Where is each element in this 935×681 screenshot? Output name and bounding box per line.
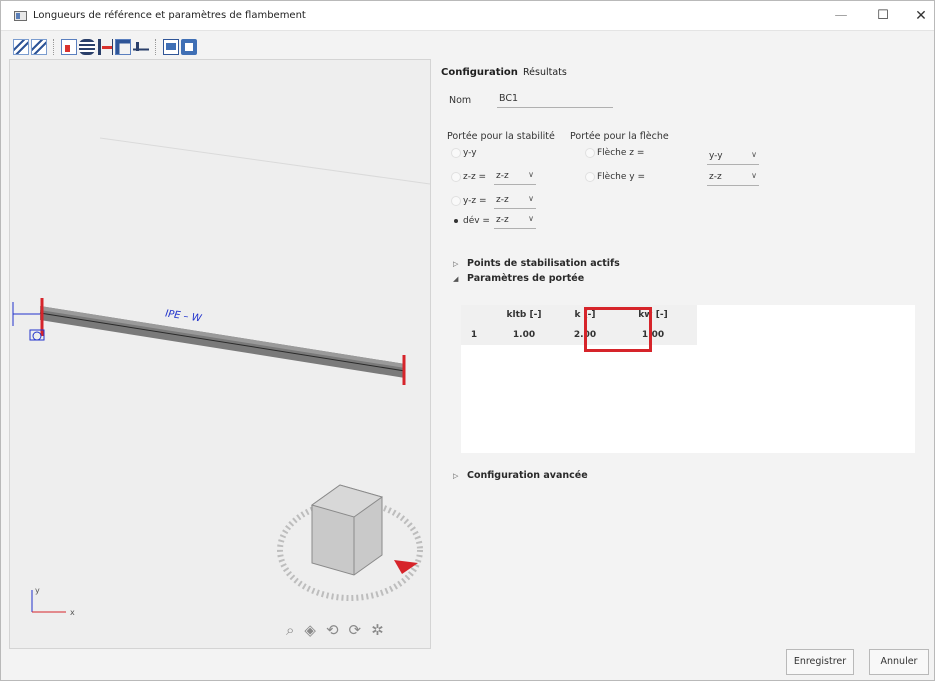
name-label: Nom	[449, 95, 472, 106]
stability-span-header: Portée pour la stabilité	[447, 131, 555, 142]
combo-fleche-z-value: y-y	[709, 151, 723, 161]
radio-yy-label: y-y	[463, 148, 477, 158]
tab-configuration[interactable]: Configuration	[441, 67, 518, 78]
bracing-icon[interactable]	[115, 39, 131, 55]
radio-dev[interactable]	[451, 216, 461, 226]
tab-resultats[interactable]: Résultats	[523, 67, 567, 78]
chevron-down-icon: ∨	[528, 214, 534, 223]
minimize-button[interactable]: —	[821, 5, 861, 27]
support-icon[interactable]	[97, 39, 113, 55]
combo-zz-value: z-z	[496, 171, 509, 181]
section-span-params-label: Paramètres de portée	[467, 273, 585, 284]
name-field[interactable]: BC1	[497, 92, 613, 108]
left-support-icon	[12, 298, 45, 341]
section-span-params[interactable]: ◢ Paramètres de portée	[453, 273, 584, 284]
dialog-window: Longueurs de référence et paramètres de …	[0, 0, 935, 681]
expand-triangle-icon: ▷	[453, 260, 459, 268]
orbit-icon[interactable]: ⟲	[326, 621, 339, 639]
table-view-icon[interactable]	[163, 39, 179, 55]
toolbar-separator	[53, 39, 59, 55]
section-advanced[interactable]: ▷ Configuration avancée	[453, 470, 588, 481]
combo-fleche-y[interactable]: z-z ∨	[707, 171, 759, 186]
walk-icon[interactable]: ⟳	[349, 621, 362, 639]
deflection-icon[interactable]	[133, 39, 149, 55]
chevron-down-icon: ∨	[751, 171, 757, 180]
window-title: Longueurs de référence et paramètres de …	[33, 10, 306, 21]
grid-cell-index: 1	[461, 325, 487, 345]
radio-yy[interactable]	[451, 148, 461, 158]
view-cube-icon[interactable]	[277, 484, 423, 601]
print-icon[interactable]	[181, 39, 197, 55]
axis-y-label: y	[35, 586, 40, 595]
radio-yz[interactable]	[451, 196, 461, 206]
axis-x-label: x	[70, 608, 75, 617]
toolbar-separator	[155, 39, 161, 55]
section-active-points-label: Points de stabilisation actifs	[467, 258, 620, 269]
combo-fleche-z[interactable]: y-y ∨	[707, 150, 759, 165]
properties-panel: Configuration Résultats Nom BC1 Portée p…	[437, 59, 927, 649]
radio-zz[interactable]	[451, 172, 461, 182]
member-select-icon[interactable]	[61, 39, 77, 55]
view-cube-small-icon[interactable]: ◈	[304, 621, 316, 639]
radio-fleche-y[interactable]	[585, 172, 595, 182]
chevron-down-icon: ∨	[528, 170, 534, 179]
radio-fleche-z-label: Flèche z =	[597, 148, 645, 158]
radio-fleche-z[interactable]	[585, 148, 595, 158]
layers-icon[interactable]	[79, 39, 95, 55]
span-parameters-grid[interactable]: kltb [-] k [-] kw [-] 1 1.00 2.00 1.00	[461, 305, 915, 453]
beam-member[interactable]	[39, 306, 406, 378]
section-active-points[interactable]: ▷ Points de stabilisation actifs	[453, 258, 620, 269]
maximize-button[interactable]: ☐	[863, 5, 903, 27]
combo-dev[interactable]: z-z ∨	[494, 214, 536, 229]
save-button[interactable]: Enregistrer	[786, 649, 854, 675]
expand-triangle-icon: ▷	[453, 472, 459, 480]
background-line	[99, 137, 431, 185]
grid-header-row: kltb [-] k [-] kw [-]	[461, 305, 697, 325]
table-row[interactable]: 1 1.00 2.00 1.00	[461, 325, 697, 345]
buckling-icon-2[interactable]	[31, 39, 47, 55]
grid-header-index	[461, 305, 487, 325]
chevron-down-icon: ∨	[751, 150, 757, 159]
chevron-down-icon: ∨	[528, 194, 534, 203]
grid-cell-kltb[interactable]: 1.00	[487, 325, 561, 345]
zoom-fit-icon[interactable]: ⌕	[286, 621, 294, 639]
radio-zz-label: z-z =	[463, 172, 487, 182]
section-advanced-label: Configuration avancée	[467, 470, 588, 481]
app-icon	[14, 11, 27, 21]
combo-yz-value: z-z	[496, 195, 509, 205]
settings-icon[interactable]: ✲	[371, 621, 384, 639]
combo-fleche-y-value: z-z	[709, 172, 722, 182]
3d-view[interactable]: IPE – W x y ⌕ ◈ ⟲ ⟳ ✲	[9, 59, 431, 649]
combo-zz[interactable]: z-z ∨	[494, 170, 536, 185]
cancel-button[interactable]: Annuler	[869, 649, 929, 675]
buckling-icon-1[interactable]	[13, 39, 29, 55]
combo-yz[interactable]: z-z ∨	[494, 194, 536, 209]
radio-fleche-y-label: Flèche y =	[597, 172, 645, 182]
radio-dev-label: dév =	[463, 216, 490, 226]
close-button[interactable]: ✕	[901, 5, 935, 27]
collapse-triangle-icon: ◢	[453, 275, 459, 283]
title-bar: Longueurs de référence et paramètres de …	[1, 1, 934, 31]
radio-yz-label: y-z =	[463, 196, 487, 206]
view-toolbar: ⌕ ◈ ⟲ ⟳ ✲	[286, 621, 384, 639]
combo-dev-value: z-z	[496, 215, 509, 225]
grid-header-kltb[interactable]: kltb [-]	[487, 305, 561, 325]
k-column-highlight	[584, 307, 652, 352]
deflection-span-header: Portée pour la flèche	[570, 131, 669, 142]
toolbar	[13, 38, 197, 56]
